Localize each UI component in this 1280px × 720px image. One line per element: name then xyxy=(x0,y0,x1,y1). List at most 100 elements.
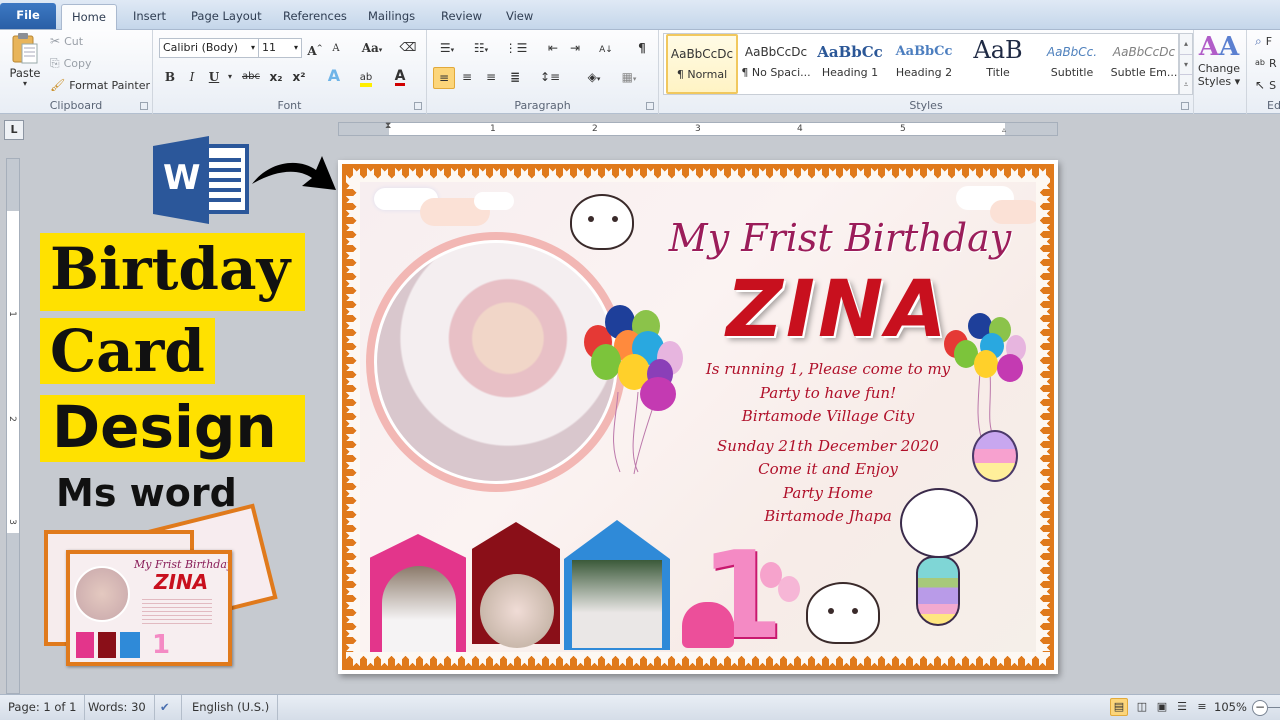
multilevel-list-button[interactable]: ⋮☰ xyxy=(503,39,529,57)
highlight-button[interactable]: ab xyxy=(353,67,379,87)
replace-button[interactable]: ab R xyxy=(1255,56,1277,70)
card-line: Come it and Enjoy xyxy=(758,460,898,478)
show-formatting-marks-button[interactable]: ¶ xyxy=(633,39,651,57)
sort-button[interactable]: A↓ xyxy=(597,39,615,57)
style-name: Heading 2 xyxy=(895,66,953,79)
line-spacing-button[interactable]: ↕≡ xyxy=(537,68,563,86)
tab-insert[interactable]: Insert xyxy=(123,4,176,30)
style-name: Heading 1 xyxy=(821,66,879,79)
vertical-ruler[interactable]: 1 2 3 xyxy=(6,158,20,694)
format-painter-button[interactable]: 🖌 Format Painter xyxy=(50,78,150,92)
align-right-button[interactable]: ≡ xyxy=(482,68,500,86)
italic-button[interactable]: I xyxy=(183,68,201,86)
birthday-card[interactable]: My Frist Birthday ZINA Is running 1, Ple… xyxy=(338,160,1058,674)
align-left-icon: ≡ xyxy=(438,71,450,85)
grow-font-icon: A xyxy=(307,44,317,58)
style-normal[interactable]: AaBbCcDc ¶ Normal xyxy=(666,34,738,94)
font-dialog-launcher[interactable] xyxy=(414,102,422,110)
tab-file[interactable]: File xyxy=(0,3,56,29)
strikethrough-button[interactable]: abc xyxy=(239,68,263,86)
copy-button[interactable]: ⎘ Copy xyxy=(50,56,92,70)
ruler-number: 3 xyxy=(695,124,701,134)
underline-dropdown-icon[interactable]: ▾ xyxy=(221,68,239,86)
font-name-select[interactable]: Calibri (Body) ▾ xyxy=(159,38,259,58)
style-no-spacing[interactable]: AaBbCcDc ¶ No Spaci... xyxy=(740,34,812,94)
shrink-font-icon: A xyxy=(332,43,340,54)
clipboard-dialog-launcher[interactable] xyxy=(140,102,148,110)
font-size-select[interactable]: 11 ▾ xyxy=(258,38,302,58)
scroll-up-icon[interactable]: ▴ xyxy=(1180,34,1192,54)
proofing-icon[interactable]: ✔ xyxy=(152,695,182,720)
tab-view[interactable]: View xyxy=(496,4,543,30)
align-left-button[interactable]: ≡ xyxy=(433,67,455,89)
superscript-button[interactable]: x² xyxy=(290,68,308,86)
scroll-down-icon[interactable]: ▾ xyxy=(1180,54,1192,74)
language[interactable]: English (U.S.) xyxy=(184,695,279,720)
indent-marker[interactable]: ⧗ xyxy=(385,121,393,139)
decrease-indent-icon: ⇤ xyxy=(547,41,559,55)
shading-button[interactable]: ◈▾ xyxy=(580,68,608,86)
horizontal-ruler[interactable]: 1 2 3 4 5 ⧗ ▵ xyxy=(338,121,1058,139)
styles-dialog-launcher[interactable] xyxy=(1181,102,1189,110)
grow-font-button[interactable]: A^ xyxy=(306,39,324,58)
border-pattern-top xyxy=(346,168,1050,182)
zoom-out-button[interactable]: − xyxy=(1252,700,1268,716)
bullet-list-icon: ☰ xyxy=(439,41,451,55)
page-count[interactable]: Page: 1 of 1 xyxy=(0,695,86,720)
bold-button[interactable]: B xyxy=(161,68,179,86)
shrink-font-button[interactable]: A xyxy=(327,40,345,58)
subscript-button[interactable]: x₂ xyxy=(267,68,285,86)
numbering-button[interactable]: ☷▾ xyxy=(469,39,493,57)
zoom-slider[interactable] xyxy=(1268,707,1280,708)
border-pattern-bottom xyxy=(346,652,1050,666)
tab-references[interactable]: References xyxy=(273,4,357,30)
select-button[interactable]: ↖ S xyxy=(1255,78,1276,92)
word-count[interactable]: Words: 30 xyxy=(80,695,155,720)
borders-button[interactable]: ▦▾ xyxy=(615,68,643,86)
style-heading-1[interactable]: AaBbCc Heading 1 xyxy=(814,34,886,94)
zoom-level[interactable]: 105% xyxy=(1214,695,1247,720)
style-subtle-emphasis[interactable]: AaBbCcDc Subtle Em... xyxy=(1108,34,1180,94)
tab-review[interactable]: Review xyxy=(431,4,492,30)
cut-button[interactable]: ✂ Cut xyxy=(50,34,83,48)
web-layout-button[interactable]: ▣ xyxy=(1153,698,1171,716)
style-heading-2[interactable]: AaBbCc Heading 2 xyxy=(888,34,960,94)
paragraph-dialog-launcher[interactable] xyxy=(646,102,654,110)
bullets-button[interactable]: ☰▾ xyxy=(435,39,459,57)
style-subtitle[interactable]: AaBbCc. Subtitle xyxy=(1036,34,1108,94)
outline-view-button[interactable]: ☰ xyxy=(1173,698,1191,716)
paste-dropdown-icon[interactable]: ▾ xyxy=(23,80,27,88)
tab-home[interactable]: Home xyxy=(61,4,117,31)
justify-button[interactable]: ≣ xyxy=(506,68,524,86)
find-button[interactable]: ⌕ F xyxy=(1255,34,1272,48)
text-effects-button[interactable]: A xyxy=(325,67,343,85)
select-label: S xyxy=(1269,78,1277,92)
font-color-button[interactable]: A xyxy=(391,67,409,86)
paste-label: Paste xyxy=(9,66,41,80)
mermaid-tail xyxy=(916,556,960,626)
style-title[interactable]: AaB Title xyxy=(962,34,1034,94)
print-layout-view-button[interactable]: ▤ xyxy=(1110,698,1128,716)
style-preview: AaBbCc. xyxy=(1046,45,1098,59)
paste-button[interactable]: Paste ▾ xyxy=(6,32,44,88)
draft-view-button[interactable]: ≡ xyxy=(1193,698,1211,716)
decrease-indent-button[interactable]: ⇤ xyxy=(544,39,562,57)
numbered-list-icon: ☷ xyxy=(473,41,485,55)
gallery-more-icon[interactable]: ⩡ xyxy=(1180,74,1192,94)
border-pattern-right xyxy=(1036,182,1050,652)
clear-formatting-button[interactable]: ⌫ xyxy=(399,38,417,56)
promo-title-line-2: Card xyxy=(50,317,205,385)
increase-indent-button[interactable]: ⇥ xyxy=(566,39,584,57)
change-case-button[interactable]: Aa▾ xyxy=(358,39,386,57)
cut-label: Cut xyxy=(64,34,84,48)
text-effects-icon: A xyxy=(327,66,341,85)
styles-gallery-scroll[interactable]: ▴ ▾ ⩡ xyxy=(1179,33,1193,95)
tab-selector[interactable]: L xyxy=(4,120,24,140)
tab-mailings[interactable]: Mailings xyxy=(358,4,425,30)
style-name: Subtle Em... xyxy=(1110,66,1178,79)
tab-page-layout[interactable]: Page Layout xyxy=(181,4,272,30)
full-screen-reading-button[interactable]: ◫ xyxy=(1133,698,1151,716)
right-indent-marker[interactable]: ▵ xyxy=(1002,125,1010,135)
align-center-button[interactable]: ≡ xyxy=(458,68,476,86)
change-styles-button[interactable]: AA Change Styles ▾ xyxy=(1196,32,1242,98)
